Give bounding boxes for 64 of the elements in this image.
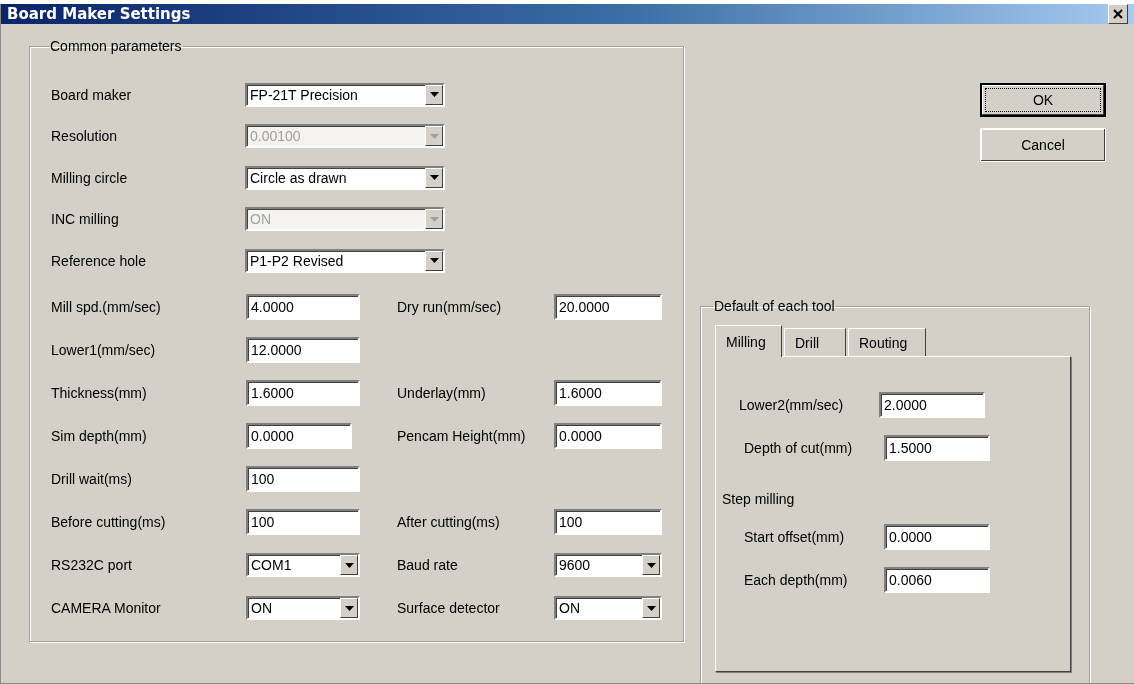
- caret-icon: [429, 133, 439, 139]
- input-field[interactable]: 20.0000: [554, 294, 662, 320]
- dropdown[interactable]: 9600: [554, 553, 662, 577]
- field-label: Dry run(mm/sec): [397, 299, 503, 315]
- input-field[interactable]: 100: [554, 509, 662, 535]
- caret-icon: [646, 605, 656, 611]
- field-label: RS232C port: [51, 557, 133, 573]
- tab[interactable]: Routing: [848, 328, 926, 356]
- ok-button[interactable]: OK: [980, 83, 1106, 117]
- field-label: Mill spd.(mm/sec): [51, 299, 162, 315]
- input-field[interactable]: 1.6000: [246, 380, 360, 406]
- field-label: Drill wait(ms): [51, 471, 133, 487]
- tab[interactable]: Drill: [784, 328, 846, 356]
- dropdown[interactable]: FP-21T Precision: [245, 82, 445, 107]
- field-label: Reference hole: [51, 252, 147, 269]
- section-label: Step milling: [722, 491, 796, 507]
- field-label: Surface detector: [397, 600, 501, 616]
- input-field[interactable]: 12.0000: [246, 337, 360, 363]
- dropdown[interactable]: P1-P2 Revised: [245, 248, 445, 273]
- tab[interactable]: Milling: [715, 325, 782, 357]
- field-label: Each depth(mm): [743, 571, 849, 588]
- close-icon: [1113, 9, 1123, 19]
- field-label: Pencam Height(mm): [397, 428, 527, 444]
- field-label: Lower2(mm/sec): [738, 396, 845, 413]
- field-label: Underlay(mm): [397, 385, 487, 401]
- group-title: Default of each tool: [713, 298, 836, 314]
- input-field[interactable]: 4.0000: [246, 294, 360, 320]
- field-label: Resolution: [51, 128, 119, 145]
- field-label: Baud rate: [397, 557, 459, 573]
- field-label: Lower1(mm/sec): [51, 342, 157, 358]
- input-field[interactable]: 0.0000: [246, 423, 352, 449]
- field-label: CAMERA Monitor: [51, 600, 162, 616]
- field-label: Board maker: [51, 86, 133, 103]
- window-title: Board Maker Settings: [7, 5, 191, 23]
- field-label: Before cutting(ms): [51, 514, 167, 530]
- dropdown[interactable]: COM1: [246, 553, 360, 577]
- input-field[interactable]: 1.5000: [884, 434, 990, 461]
- field-label: Thickness(mm): [51, 385, 148, 401]
- close-button[interactable]: [1108, 4, 1128, 24]
- input-field[interactable]: 0.0000: [884, 523, 990, 550]
- dropdown[interactable]: Circle as drawn: [245, 165, 445, 190]
- caret-icon: [344, 605, 354, 611]
- caret-icon: [429, 92, 439, 98]
- field-label: Depth of cut(mm): [743, 439, 854, 456]
- caret-icon: [429, 258, 439, 264]
- input-field[interactable]: 1.6000: [554, 380, 662, 406]
- group-title: Common parameters: [49, 38, 183, 54]
- field-label: After cutting(ms): [397, 514, 501, 530]
- input-field[interactable]: 2.0000: [879, 391, 985, 418]
- input-field[interactable]: 100: [246, 509, 360, 535]
- field-label: Milling circle: [51, 169, 129, 186]
- input-field[interactable]: 0.0000: [554, 423, 662, 449]
- field-label: INC milling: [51, 211, 120, 228]
- field-label: Sim depth(mm): [51, 428, 148, 444]
- field-label: Start offset(mm): [743, 528, 846, 545]
- cancel-button[interactable]: Cancel: [980, 128, 1106, 162]
- dropdown[interactable]: ON: [246, 596, 360, 620]
- dropdown[interactable]: ON: [554, 596, 662, 620]
- caret-icon: [344, 562, 354, 568]
- caret-icon: [429, 216, 439, 222]
- input-field[interactable]: 100: [246, 466, 360, 492]
- caret-icon: [646, 562, 656, 568]
- input-field[interactable]: 0.0060: [884, 566, 990, 593]
- caret-icon: [429, 175, 439, 181]
